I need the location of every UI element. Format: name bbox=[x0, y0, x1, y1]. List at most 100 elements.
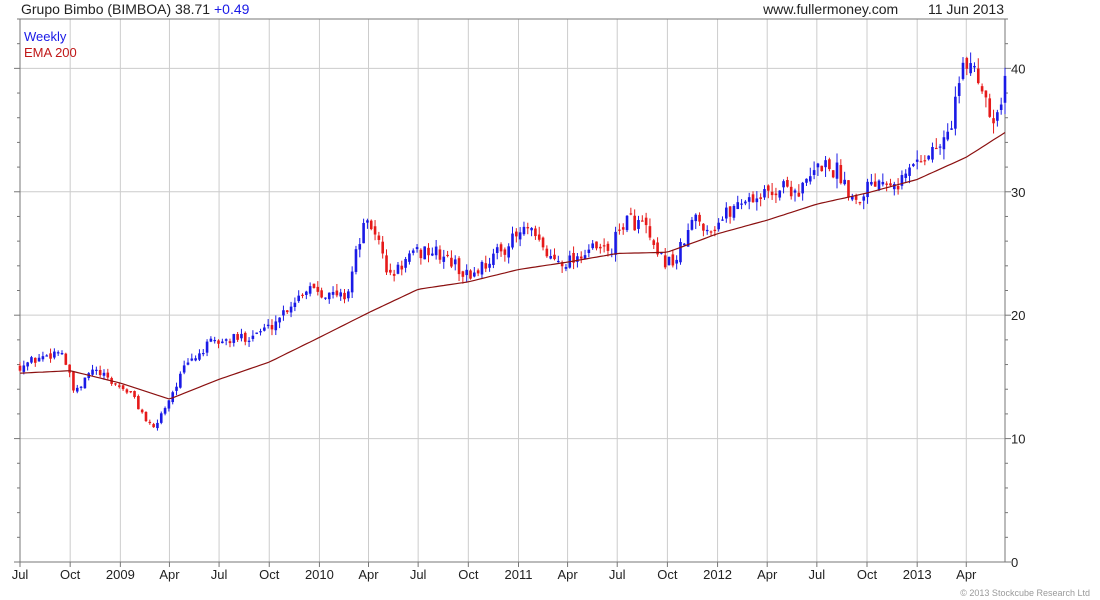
candle-down bbox=[140, 408, 144, 414]
candle-body bbox=[652, 240, 656, 245]
candle-up bbox=[690, 216, 694, 231]
candle-body bbox=[736, 202, 740, 210]
candle-body bbox=[33, 357, 37, 363]
candle-up bbox=[557, 255, 560, 263]
candle-body bbox=[759, 197, 762, 199]
candle-down bbox=[572, 246, 575, 270]
candle-body bbox=[728, 206, 732, 217]
candle-body bbox=[457, 258, 461, 275]
candle-body bbox=[828, 159, 831, 170]
candle-body bbox=[247, 340, 251, 342]
candle-body bbox=[713, 229, 717, 232]
candle-up bbox=[56, 350, 60, 356]
candle-down bbox=[537, 226, 541, 242]
candle-body bbox=[511, 233, 514, 248]
candle-up bbox=[518, 227, 522, 247]
candle-up bbox=[522, 221, 526, 236]
candle-body bbox=[156, 422, 159, 429]
candle-body bbox=[969, 63, 972, 74]
candle-body bbox=[133, 391, 136, 398]
candle-body bbox=[476, 270, 480, 274]
candle-body bbox=[389, 269, 392, 273]
candle-up bbox=[946, 123, 950, 142]
candle-body bbox=[629, 213, 633, 215]
candle-down bbox=[64, 352, 68, 366]
candle-up bbox=[747, 192, 751, 210]
y-axis-label: 10 bbox=[1011, 432, 1025, 447]
candle-body bbox=[293, 302, 297, 307]
candle-body bbox=[354, 249, 358, 272]
candle-body bbox=[327, 292, 331, 300]
candle-up bbox=[583, 249, 587, 260]
candle-body bbox=[213, 339, 217, 342]
candle-body bbox=[228, 341, 232, 344]
candle-up bbox=[721, 216, 724, 221]
candle-down bbox=[461, 270, 465, 284]
candle-up bbox=[37, 353, 41, 362]
candle-up bbox=[473, 267, 476, 278]
price-chart: 0 10 20 30 40 Jul Oct 2009 Apr Jul Oct 2010 Apr Jul Oc… bbox=[12, 18, 1025, 582]
candle-body bbox=[976, 68, 980, 84]
candle-body bbox=[339, 292, 342, 297]
candle-body bbox=[125, 389, 129, 393]
candle-down bbox=[476, 268, 480, 277]
candle-body bbox=[347, 291, 350, 299]
candle-up bbox=[350, 266, 354, 298]
candle-down bbox=[98, 365, 102, 378]
candle-body bbox=[301, 294, 304, 296]
candle-down bbox=[553, 248, 556, 261]
candle-down bbox=[641, 215, 644, 222]
candle-down bbox=[144, 411, 148, 423]
candle-body bbox=[637, 220, 640, 229]
candle-up bbox=[637, 215, 640, 234]
candle-down bbox=[698, 212, 701, 226]
candle-body bbox=[385, 255, 388, 273]
y-axis-label: 30 bbox=[1011, 185, 1025, 200]
x-axis-label: Apr bbox=[956, 567, 977, 582]
candle-body bbox=[137, 396, 140, 410]
candle-down bbox=[980, 83, 984, 94]
candle-down bbox=[599, 243, 602, 254]
candle-body bbox=[251, 335, 255, 339]
candle-up bbox=[724, 202, 728, 223]
candle-up bbox=[79, 385, 83, 391]
candle-body bbox=[820, 165, 824, 172]
candle-body bbox=[274, 321, 278, 331]
candle-body bbox=[816, 163, 820, 168]
candle-up bbox=[908, 163, 911, 184]
candle-up bbox=[282, 305, 285, 321]
candle-down bbox=[450, 250, 453, 269]
x-axis-label: Apr bbox=[557, 567, 578, 582]
candle-up bbox=[259, 328, 262, 336]
candle-body bbox=[285, 310, 289, 313]
candle-body bbox=[671, 254, 675, 266]
candle-down bbox=[751, 191, 755, 203]
y-axis-label: 40 bbox=[1011, 61, 1025, 76]
candle-body bbox=[599, 246, 602, 249]
candle-up bbox=[942, 130, 946, 160]
candle-up bbox=[186, 358, 190, 366]
candle-body bbox=[492, 253, 495, 265]
candle-up bbox=[954, 86, 957, 136]
candle-down bbox=[503, 247, 507, 262]
candle-body bbox=[938, 146, 942, 148]
candle-down bbox=[114, 383, 117, 386]
candle-body bbox=[266, 324, 270, 327]
candle-body bbox=[870, 181, 873, 185]
candle-up bbox=[755, 191, 759, 211]
y-axis-label: 20 bbox=[1011, 308, 1025, 323]
candle-body bbox=[64, 353, 68, 365]
candle-body bbox=[503, 249, 507, 255]
candle-down bbox=[438, 245, 442, 264]
candle-body bbox=[117, 385, 121, 387]
candle-body bbox=[808, 176, 812, 182]
candle-body bbox=[526, 227, 530, 229]
candle-body bbox=[534, 228, 537, 237]
candle-up bbox=[224, 338, 228, 346]
candle-body bbox=[557, 260, 560, 263]
x-axis-label: Apr bbox=[757, 567, 778, 582]
candle-body bbox=[366, 220, 369, 223]
candle-body bbox=[698, 214, 701, 222]
x-axis-label: 2010 bbox=[305, 567, 334, 582]
candle-body bbox=[22, 365, 26, 372]
